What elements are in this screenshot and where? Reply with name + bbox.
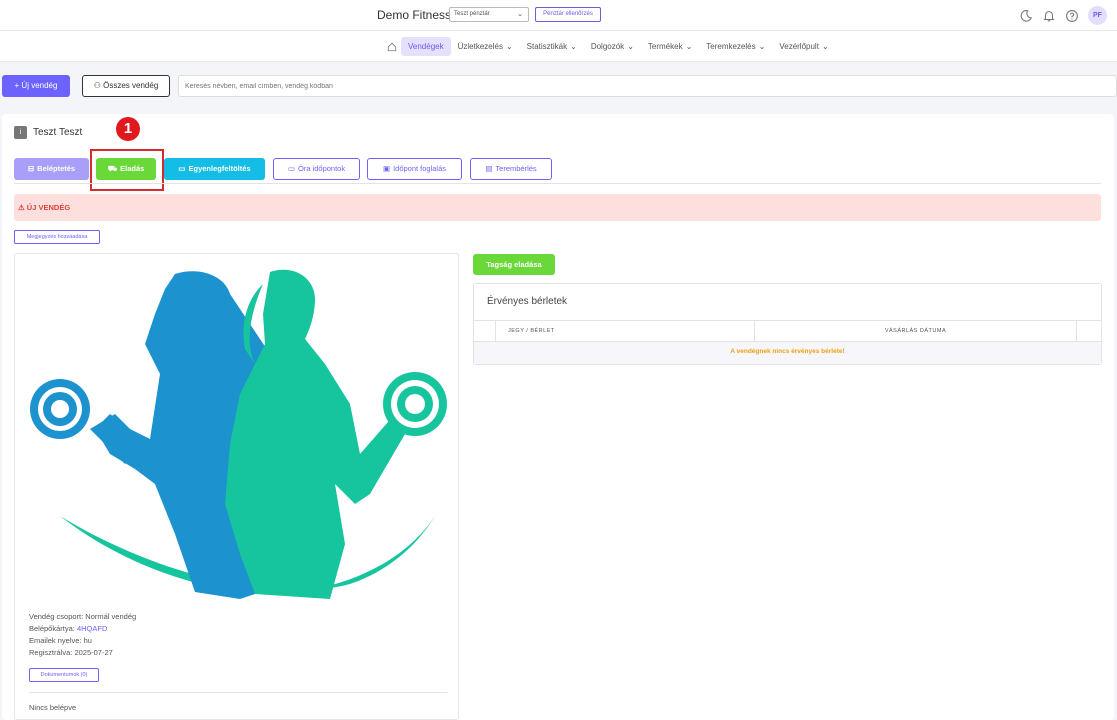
header-cell-end <box>1077 321 1101 341</box>
entry-status: Nincs belépve <box>29 703 77 712</box>
nav-item-label: Dolgozók <box>590 42 625 51</box>
chevron-down-icon: ⌄ <box>505 42 513 51</box>
chevron-down-icon: ⌄ <box>685 42 693 51</box>
new-guest-button[interactable]: + Új vendég <box>2 75 70 97</box>
user-avatar[interactable]: PF <box>1088 6 1107 25</box>
registered-label: Regisztrálva: <box>29 648 75 657</box>
nav-item-label: Vezérlőpult <box>779 42 819 51</box>
registered-row: Regisztrálva: 2025-07-27 <box>29 647 136 659</box>
main-nav: Vendégek Üzletkezelés ⌄ Statisztikák ⌄ Dol… <box>383 37 836 56</box>
valid-passes-panel: Érvényes bérletek JEGY / BÉRLET VÁSÁRLÁS… <box>473 283 1102 365</box>
header-cell-date[interactable]: VÁSÁRLÁS DÁTUMA <box>755 321 1077 341</box>
guest-search-input[interactable] <box>178 75 1117 97</box>
chevron-down-icon: ⌄ <box>570 42 577 51</box>
all-guests-button[interactable]: ⚇ Összes vendég <box>82 75 170 97</box>
passes-table-header: JEGY / BÉRLET VÁSÁRLÁS DÁTUMA <box>474 320 1101 342</box>
email-lang-row: Emailek nyelve: hu <box>29 635 136 647</box>
valid-passes-title: Érvényes bérletek <box>487 296 568 307</box>
wallet-icon: ▭ <box>178 164 186 173</box>
bell-icon[interactable] <box>1042 9 1056 23</box>
profile-card: Vendég csoport: Normál vendég Belépőkárt… <box>14 253 459 720</box>
nav-item-statistics[interactable]: Statisztikák ⌄ <box>520 37 584 56</box>
passes-table: JEGY / BÉRLET VÁSÁRLÁS DÁTUMA A vendégne… <box>474 320 1101 364</box>
add-note-button[interactable]: Megjegyzés hozzáadása <box>14 230 100 244</box>
cash-register-value: Teszt pénztár <box>454 11 490 17</box>
nav-item-label: Teremkezelés <box>706 42 756 51</box>
top-icons: PF <box>1019 6 1107 25</box>
class-times-label: Óra időpontok <box>297 164 346 173</box>
passes-empty-message: A vendégnek nincs érvényes bérlete! <box>474 342 1101 364</box>
booking-label: Időpont foglalás <box>393 164 447 173</box>
step-marker: 1 <box>116 117 140 141</box>
divider <box>29 692 447 693</box>
calendar-check-icon: ▣ <box>382 164 391 173</box>
all-guests-label: Összes vendég <box>103 81 159 90</box>
nav-item-label: Statisztikák <box>526 42 568 51</box>
fitness-logo-image <box>30 269 447 599</box>
guest-card: i Teszt Teszt ⊟ Beléptetés ⛟ Eladás ▭ Eg… <box>2 114 1114 720</box>
moon-icon[interactable] <box>1019 9 1033 23</box>
chevron-down-icon: ⌄ <box>821 42 829 51</box>
chevron-down-icon: ⌄ <box>758 42 766 51</box>
chevron-down-icon: ⌄ <box>627 42 634 51</box>
entry-label: Beléptetés <box>37 164 76 173</box>
guest-group-label: Vendég csoport: <box>29 612 86 621</box>
email-lang-label: Emailek nyelve: <box>29 636 84 645</box>
header-cell-empty <box>474 321 496 341</box>
balance-topup-button[interactable]: ▭ Egyenlegfeltöltés <box>164 158 265 180</box>
room-rent-button[interactable]: ▤ Terembérlés <box>470 158 552 180</box>
nav-item-business[interactable]: Üzletkezelés ⌄ <box>451 37 520 56</box>
chevron-down-icon: ⌄ <box>517 11 523 18</box>
documents-button[interactable]: Dokumentumok (0) <box>29 668 99 682</box>
cash-register-select[interactable]: Teszt pénztár ⌄ <box>449 7 529 22</box>
entry-icon: ⊟ <box>27 164 35 173</box>
email-lang-value: hu <box>83 636 92 645</box>
nav-item-guests[interactable]: Vendégek <box>401 37 451 56</box>
room-rent-label: Terembérlés <box>495 164 537 173</box>
entry-button[interactable]: ⊟ Beléptetés <box>14 158 89 180</box>
divider <box>14 183 1101 184</box>
sell-membership-button[interactable]: Tagság eladása <box>473 254 555 275</box>
nav-item-label: Vendégek <box>408 42 444 51</box>
info-icon: i <box>14 126 27 139</box>
header-cell-ticket[interactable]: JEGY / BÉRLET <box>496 321 755 341</box>
calendar-icon: ▭ <box>287 164 295 173</box>
topup-label: Egyenlegfeltöltés <box>188 164 251 173</box>
class-times-button[interactable]: ▭ Óra időpontok <box>273 158 360 180</box>
nav-item-label: Termékek <box>647 42 683 51</box>
highlight-box <box>90 149 164 191</box>
document-icon: ▤ <box>485 164 493 173</box>
guest-info: Vendég csoport: Normál vendég Belépőkárt… <box>29 611 136 659</box>
guest-name: Teszt Teszt <box>33 127 83 138</box>
main-nav-bar: Vendégek Üzletkezelés ⌄ Statisztikák ⌄ Dol… <box>0 31 1117 62</box>
guest-group-value: Normál vendég <box>85 612 137 621</box>
entry-card-link[interactable]: 4HQAFD <box>77 624 107 633</box>
cash-check-button[interactable]: Pénztár ellenőrzés <box>535 7 601 22</box>
nav-item-dashboard[interactable]: Vezérlőpult ⌄ <box>772 37 835 56</box>
new-guest-alert: ⚠ ÚJ VENDÉG <box>14 194 1101 221</box>
home-icon[interactable] <box>383 38 401 56</box>
nav-item-rooms[interactable]: Teremkezelés ⌄ <box>699 37 772 56</box>
registered-value: 2025-07-27 <box>74 648 113 657</box>
users-icon: ⚇ <box>93 81 101 90</box>
help-icon[interactable] <box>1065 9 1079 23</box>
guest-header: i Teszt Teszt <box>14 126 82 139</box>
nav-item-staff[interactable]: Dolgozók ⌄ <box>584 37 641 56</box>
booking-button[interactable]: ▣ Időpont foglalás <box>367 158 462 180</box>
guest-group-row: Vendég csoport: Normál vendég <box>29 611 136 623</box>
entry-card-row: Belépőkártya: 4HQAFD <box>29 623 136 635</box>
nav-item-products[interactable]: Termékek ⌄ <box>641 37 699 56</box>
top-bar: Demo Fitness Teszt pénztár ⌄ Pénztár ell… <box>0 0 1117 31</box>
entry-card-label: Belépőkártya: <box>29 624 77 633</box>
nav-item-label: Üzletkezelés <box>457 42 503 51</box>
brand-title: Demo Fitness <box>377 8 452 22</box>
